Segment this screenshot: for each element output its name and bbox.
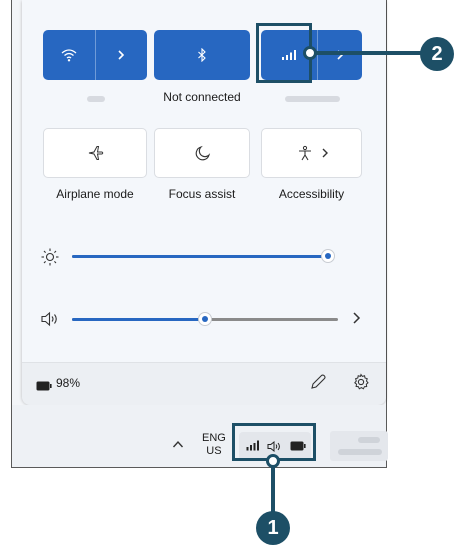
- brightness-icon: [40, 247, 60, 267]
- battery-icon: [36, 378, 52, 391]
- cellular-label: [285, 96, 340, 102]
- volume-icon[interactable]: [40, 310, 60, 328]
- callout-2-leader-line: [311, 51, 421, 55]
- quick-settings-footer: 98%: [22, 362, 386, 405]
- wifi-icon[interactable]: [43, 30, 95, 80]
- bluetooth-tile[interactable]: [154, 30, 250, 80]
- bluetooth-icon: [154, 30, 250, 80]
- airplane-mode-tile[interactable]: [43, 128, 147, 178]
- volume-slider-fill: [72, 318, 205, 321]
- volume-slider-thumb[interactable]: [198, 312, 212, 326]
- wifi-label: [87, 96, 105, 102]
- callout-1-leader-line: [271, 462, 275, 514]
- taskbar: ENG US: [12, 405, 388, 467]
- cellular-expand-chevron-icon[interactable]: [317, 30, 362, 80]
- accessibility-tile-content: [262, 129, 363, 177]
- clock-area[interactable]: [330, 431, 388, 461]
- brightness-slider-thumb[interactable]: [321, 249, 335, 263]
- settings-gear-icon[interactable]: [352, 373, 370, 391]
- airplane-mode-label: Airplane mode: [56, 187, 134, 201]
- callout-1-marker: 1: [256, 511, 290, 545]
- accessibility-label: Accessibility: [278, 187, 345, 201]
- quick-settings-panel: Not connected Airplane mode Focus assist…: [22, 0, 386, 404]
- battery-percentage: 98%: [56, 376, 81, 390]
- show-hidden-icons-chevron-icon[interactable]: [172, 435, 184, 448]
- wifi-expand-chevron-icon[interactable]: [95, 30, 147, 80]
- callout-2-marker: 2: [420, 37, 454, 71]
- callout-1-anchor: [266, 454, 280, 468]
- accessibility-chevron-icon: [322, 148, 328, 158]
- airplane-icon: [44, 129, 148, 177]
- language-indicator[interactable]: ENG US: [202, 432, 226, 458]
- wifi-tile[interactable]: [43, 30, 147, 80]
- edit-pencil-icon[interactable]: [309, 373, 327, 391]
- callout-2-anchor: [303, 46, 317, 60]
- volume-output-chevron-icon[interactable]: [352, 311, 364, 325]
- brightness-slider-fill: [72, 255, 328, 258]
- bluetooth-status-label: Not connected: [163, 90, 241, 104]
- focus-assist-tile[interactable]: [154, 128, 250, 178]
- language-line-2: US: [206, 445, 222, 457]
- focus-assist-label: Focus assist: [168, 187, 236, 201]
- language-line-1: ENG: [202, 432, 226, 444]
- accessibility-tile[interactable]: [261, 128, 362, 178]
- moon-icon: [155, 129, 251, 177]
- accessibility-icon: [298, 145, 311, 161]
